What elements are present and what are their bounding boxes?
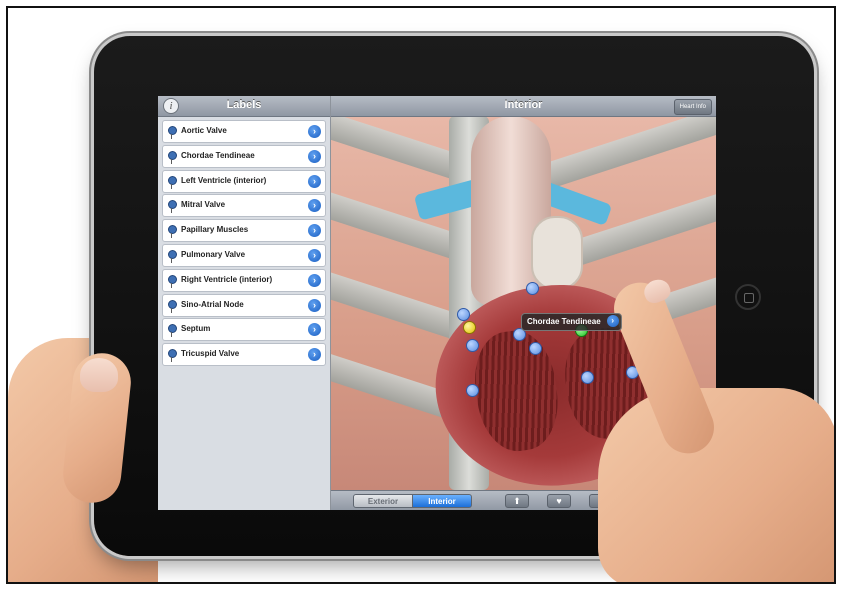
pin-tool-icon: ⬆ xyxy=(513,496,521,506)
disclosure-arrow-icon[interactable]: › xyxy=(308,348,321,362)
tab-interior[interactable]: Interior xyxy=(412,494,472,508)
list-item-label: Right Ventricle (interior) xyxy=(181,274,273,284)
disclosure-arrow-icon[interactable]: › xyxy=(308,248,321,262)
disclosure-arrow-icon[interactable]: › xyxy=(308,125,321,138)
pin-icon xyxy=(168,249,177,263)
list-item-pulmonary-valve[interactable]: Pulmonary Valve › xyxy=(162,243,326,267)
list-item-left-ventricle[interactable]: Left Ventricle (interior) › xyxy=(162,169,326,193)
label-marker[interactable] xyxy=(457,308,470,321)
disclosure-arrow-icon[interactable]: › xyxy=(308,149,321,163)
list-item-label: Papillary Muscles xyxy=(181,225,249,235)
list-item-label: Septum xyxy=(181,324,211,334)
list-item-chordae-tendineae[interactable]: Chordae Tendineae › xyxy=(162,144,326,168)
list-item-label: Left Ventricle (interior) xyxy=(181,175,267,185)
pin-icon xyxy=(168,126,177,139)
list-item-label: Pulmonary Valve xyxy=(181,249,246,259)
list-item-sino-atrial-node[interactable]: Sino-Atrial Node › xyxy=(162,293,326,317)
heart-view-button[interactable]: ♥ xyxy=(547,494,571,508)
label-marker[interactable] xyxy=(529,342,542,355)
disclosure-arrow-icon[interactable]: › xyxy=(606,315,619,327)
list-item-right-ventricle[interactable]: Right Ventricle (interior) › xyxy=(162,268,326,292)
disclosure-arrow-icon[interactable]: › xyxy=(308,199,321,213)
labels-sidebar: i Labels Aortic Valve › Chordae Tendinea… xyxy=(158,96,331,510)
rib xyxy=(531,105,716,193)
photo-frame: i Labels Aortic Valve › Chordae Tendinea… xyxy=(6,6,836,584)
view-title: Interior xyxy=(504,99,543,111)
list-item-tricuspid-valve[interactable]: Tricuspid Valve › xyxy=(162,343,326,367)
pin-icon xyxy=(168,299,177,313)
pin-icon xyxy=(168,175,177,189)
label-marker[interactable] xyxy=(526,282,539,295)
disclosure-arrow-icon[interactable]: › xyxy=(308,273,321,287)
pin-icon xyxy=(168,324,177,338)
list-item-mitral-valve[interactable]: Mitral Valve › xyxy=(162,194,326,218)
label-marker[interactable] xyxy=(466,339,479,352)
pin-icon xyxy=(168,225,177,239)
aortic-valve xyxy=(531,216,583,290)
label-marker-selected[interactable] xyxy=(463,321,476,334)
disclosure-arrow-icon[interactable]: › xyxy=(308,224,321,238)
disclosure-arrow-icon[interactable]: › xyxy=(308,174,321,188)
chordae-tendineae-callout[interactable]: Chordae Tendineae › xyxy=(521,313,622,331)
list-item-papillary-muscles[interactable]: Papillary Muscles › xyxy=(162,219,326,243)
heart-info-button[interactable]: Heart Info xyxy=(673,99,712,115)
pin-tool-button[interactable]: ⬆ xyxy=(505,494,529,508)
list-item-label: Sino-Atrial Node xyxy=(181,299,244,309)
right-hand xyxy=(598,388,834,582)
heart-icon: ♥ xyxy=(556,496,562,506)
label-marker[interactable] xyxy=(581,371,594,384)
list-item-septum[interactable]: Septum › xyxy=(162,318,326,342)
main-header: Interior Heart Info xyxy=(331,96,716,117)
home-button[interactable] xyxy=(735,284,761,310)
disclosure-arrow-icon[interactable]: › xyxy=(308,298,321,312)
pin-icon xyxy=(168,200,177,214)
pin-icon xyxy=(168,150,177,164)
list-item-label: Tricuspid Valve xyxy=(181,349,240,359)
list-item-aortic-valve[interactable]: Aortic Valve › xyxy=(162,120,326,143)
callout-label: Chordae Tendineae xyxy=(527,317,601,326)
tab-exterior[interactable]: Exterior xyxy=(353,494,413,508)
pin-icon xyxy=(168,274,177,288)
sidebar-header: i Labels xyxy=(158,96,330,117)
thumbnail xyxy=(80,358,118,392)
sidebar-title: Labels xyxy=(226,99,262,111)
list-item-label: Mitral Valve xyxy=(181,200,226,210)
pin-icon xyxy=(168,349,177,363)
list-item-label: Chordae Tendineae xyxy=(181,150,255,160)
left-ventricle xyxy=(468,325,565,456)
list-item-label: Aortic Valve xyxy=(181,126,227,135)
disclosure-arrow-icon[interactable]: › xyxy=(308,323,321,337)
labels-list: Aortic Valve › Chordae Tendineae › Left … xyxy=(162,120,326,368)
label-marker[interactable] xyxy=(466,384,479,397)
